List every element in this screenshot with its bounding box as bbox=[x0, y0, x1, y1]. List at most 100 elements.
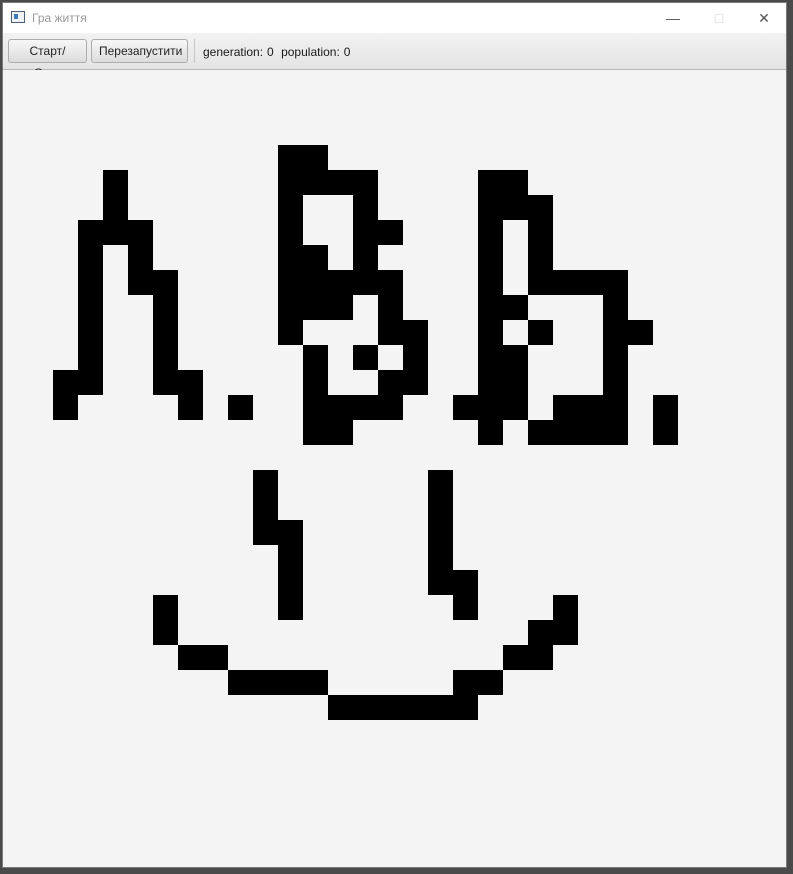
start-stop-button[interactable]: Старт/Стоп bbox=[8, 39, 87, 80]
live-cell[interactable] bbox=[128, 245, 153, 270]
live-cell[interactable] bbox=[78, 220, 103, 245]
live-cell[interactable] bbox=[103, 170, 128, 195]
live-cell[interactable] bbox=[303, 670, 328, 695]
live-cell[interactable] bbox=[428, 495, 453, 520]
live-cell[interactable] bbox=[603, 270, 628, 295]
live-cell[interactable] bbox=[353, 395, 378, 420]
live-cell[interactable] bbox=[628, 320, 653, 345]
live-cell[interactable] bbox=[528, 220, 553, 245]
live-cell[interactable] bbox=[303, 245, 328, 270]
live-cell[interactable] bbox=[403, 695, 428, 720]
title-bar[interactable]: Гра життя — □ ✕ bbox=[3, 3, 786, 33]
live-cell[interactable] bbox=[353, 195, 378, 220]
live-cell[interactable] bbox=[203, 645, 228, 670]
live-cell[interactable] bbox=[603, 320, 628, 345]
live-cell[interactable] bbox=[78, 345, 103, 370]
live-cell[interactable] bbox=[253, 470, 278, 495]
live-cell[interactable] bbox=[528, 320, 553, 345]
live-cell[interactable] bbox=[128, 270, 153, 295]
live-cell[interactable] bbox=[53, 370, 78, 395]
live-cell[interactable] bbox=[178, 645, 203, 670]
live-cell[interactable] bbox=[353, 695, 378, 720]
close-icon[interactable]: ✕ bbox=[741, 3, 787, 33]
live-cell[interactable] bbox=[303, 270, 328, 295]
live-cell[interactable] bbox=[228, 670, 253, 695]
live-cell[interactable] bbox=[478, 370, 503, 395]
live-cell[interactable] bbox=[278, 195, 303, 220]
live-cell[interactable] bbox=[403, 370, 428, 395]
live-cell[interactable] bbox=[128, 220, 153, 245]
live-cell[interactable] bbox=[353, 270, 378, 295]
live-cell[interactable] bbox=[478, 320, 503, 345]
live-cell[interactable] bbox=[553, 620, 578, 645]
live-cell[interactable] bbox=[403, 320, 428, 345]
live-cell[interactable] bbox=[578, 270, 603, 295]
live-cell[interactable] bbox=[503, 345, 528, 370]
restart-button[interactable]: Перезапустити bbox=[91, 39, 188, 63]
live-cell[interactable] bbox=[528, 620, 553, 645]
live-cell[interactable] bbox=[278, 295, 303, 320]
live-cell[interactable] bbox=[378, 320, 403, 345]
live-cell[interactable] bbox=[153, 270, 178, 295]
live-cell[interactable] bbox=[278, 170, 303, 195]
live-cell[interactable] bbox=[328, 420, 353, 445]
live-cell[interactable] bbox=[478, 195, 503, 220]
live-cell[interactable] bbox=[603, 395, 628, 420]
live-cell[interactable] bbox=[328, 695, 353, 720]
live-cell[interactable] bbox=[503, 645, 528, 670]
live-cell[interactable] bbox=[553, 395, 578, 420]
live-cell[interactable] bbox=[353, 345, 378, 370]
live-cell[interactable] bbox=[378, 270, 403, 295]
live-cell[interactable] bbox=[428, 695, 453, 720]
live-cell[interactable] bbox=[278, 545, 303, 570]
live-cell[interactable] bbox=[253, 670, 278, 695]
live-cell[interactable] bbox=[253, 520, 278, 545]
live-cell[interactable] bbox=[528, 195, 553, 220]
live-cell[interactable] bbox=[503, 170, 528, 195]
live-cell[interactable] bbox=[353, 170, 378, 195]
live-cell[interactable] bbox=[103, 220, 128, 245]
live-cell[interactable] bbox=[278, 570, 303, 595]
live-cell[interactable] bbox=[278, 595, 303, 620]
live-cell[interactable] bbox=[328, 170, 353, 195]
live-cell[interactable] bbox=[453, 695, 478, 720]
live-cell[interactable] bbox=[503, 370, 528, 395]
live-cell[interactable] bbox=[603, 420, 628, 445]
live-cell[interactable] bbox=[303, 370, 328, 395]
live-cell[interactable] bbox=[428, 570, 453, 595]
live-cell[interactable] bbox=[178, 370, 203, 395]
live-cell[interactable] bbox=[503, 295, 528, 320]
live-cell[interactable] bbox=[503, 395, 528, 420]
live-cell[interactable] bbox=[353, 245, 378, 270]
live-cell[interactable] bbox=[303, 420, 328, 445]
live-cell[interactable] bbox=[528, 645, 553, 670]
live-cell[interactable] bbox=[378, 695, 403, 720]
live-cell[interactable] bbox=[453, 395, 478, 420]
live-cell[interactable] bbox=[553, 595, 578, 620]
live-cell[interactable] bbox=[153, 595, 178, 620]
live-cell[interactable] bbox=[478, 345, 503, 370]
live-cell[interactable] bbox=[603, 345, 628, 370]
live-cell[interactable] bbox=[603, 295, 628, 320]
live-cell[interactable] bbox=[153, 620, 178, 645]
live-cell[interactable] bbox=[503, 195, 528, 220]
live-cell[interactable] bbox=[378, 370, 403, 395]
live-cell[interactable] bbox=[428, 470, 453, 495]
live-cell[interactable] bbox=[378, 220, 403, 245]
minimize-icon[interactable]: — bbox=[650, 3, 696, 33]
live-cell[interactable] bbox=[278, 520, 303, 545]
live-cell[interactable] bbox=[528, 420, 553, 445]
live-cell[interactable] bbox=[453, 670, 478, 695]
game-board[interactable] bbox=[3, 70, 786, 867]
live-cell[interactable] bbox=[328, 295, 353, 320]
live-cell[interactable] bbox=[553, 420, 578, 445]
live-cell[interactable] bbox=[653, 420, 678, 445]
live-cell[interactable] bbox=[653, 395, 678, 420]
live-cell[interactable] bbox=[478, 245, 503, 270]
live-cell[interactable] bbox=[53, 395, 78, 420]
live-cell[interactable] bbox=[478, 670, 503, 695]
live-cell[interactable] bbox=[453, 595, 478, 620]
live-cell[interactable] bbox=[403, 345, 428, 370]
maximize-icon[interactable]: □ bbox=[696, 3, 742, 33]
live-cell[interactable] bbox=[78, 295, 103, 320]
